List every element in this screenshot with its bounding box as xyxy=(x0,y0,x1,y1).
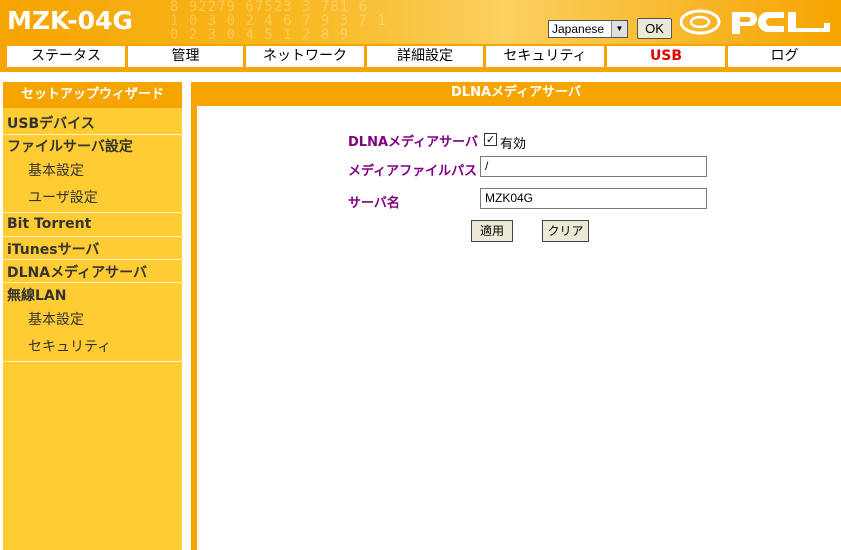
header-bar: 8 92279 67523 3 781 61 0 3 0 2 4 6 7 9 3… xyxy=(0,0,841,44)
tab-log[interactable]: ログ xyxy=(728,46,841,67)
divider xyxy=(3,282,182,283)
clear-button[interactable]: クリア xyxy=(542,220,589,242)
main-nav: ステータス 管理 ネットワーク 詳細設定 セキュリティ USB ログ xyxy=(0,44,841,69)
sidebar-item-label: ユーザ設定 xyxy=(28,190,98,206)
sidebar-item-label: 基本設定 xyxy=(28,163,84,179)
tab-advanced[interactable]: 詳細設定 xyxy=(367,46,483,67)
nav-underline xyxy=(0,69,841,72)
sidebar: セットアップウィザード USBデバイス ファイルサーバ設定 基本設定 ユーザ設定… xyxy=(3,82,182,550)
dlna-enable-checkbox[interactable]: ✓ xyxy=(484,133,497,146)
sidebar-item-label: iTunesサーバ xyxy=(7,242,100,258)
sidebar-item-wireless-lan[interactable]: 無線LAN xyxy=(3,285,182,305)
sidebar-item-usb-device[interactable]: USBデバイス xyxy=(3,113,182,133)
server-name-label: サーバ名 xyxy=(348,196,400,211)
divider xyxy=(3,361,182,362)
model-name: MZK-04G xyxy=(7,6,133,35)
sidebar-item-wlan-security[interactable]: セキュリティ xyxy=(3,336,182,356)
dlna-enable-label: 有効 xyxy=(500,137,527,152)
page-title: DLNAメディアサーバ xyxy=(191,82,841,106)
sidebar-item-label: ファイルサーバ設定 xyxy=(7,139,133,155)
tab-usb[interactable]: USB xyxy=(607,46,725,67)
sidebar-item-label: 基本設定 xyxy=(28,312,84,328)
sidebar-item-file-server[interactable]: ファイルサーバ設定 xyxy=(3,136,182,156)
language-select[interactable]: Japanese ▼ xyxy=(548,20,628,38)
sidebar-item-label: DLNAメディアサーバ xyxy=(7,265,147,281)
divider xyxy=(3,134,182,135)
divider xyxy=(3,212,182,213)
divider xyxy=(3,236,182,237)
tab-security[interactable]: セキュリティ xyxy=(486,46,604,67)
tab-status[interactable]: ステータス xyxy=(7,46,125,67)
header-decoration: 8 92279 67523 3 781 61 0 3 0 2 4 6 7 9 3… xyxy=(170,0,387,43)
sidebar-item-user-settings[interactable]: ユーザ設定 xyxy=(3,187,182,207)
tab-management[interactable]: 管理 xyxy=(128,46,243,67)
server-name-input[interactable]: MZK04G xyxy=(480,188,707,209)
apply-button[interactable]: 適用 xyxy=(471,220,513,242)
divider xyxy=(3,259,182,260)
chevron-down-icon[interactable]: ▼ xyxy=(611,21,627,37)
dlna-label: DLNAメディアサーバ xyxy=(348,135,478,150)
setup-wizard-button[interactable]: セットアップウィザード xyxy=(3,82,182,108)
content-border xyxy=(191,82,197,550)
tab-network[interactable]: ネットワーク xyxy=(246,46,364,67)
sidebar-item-label: USBデバイス xyxy=(7,116,95,132)
sidebar-item-label: セキュリティ xyxy=(28,339,112,355)
language-ok-button[interactable]: OK xyxy=(637,18,672,39)
sidebar-item-dlna[interactable]: DLNAメディアサーバ xyxy=(3,262,182,282)
media-path-input[interactable]: / xyxy=(480,156,707,177)
sidebar-item-label: Bit Torrent xyxy=(7,216,92,232)
sidebar-item-wlan-basic[interactable]: 基本設定 xyxy=(3,309,182,329)
sidebar-item-bittorrent[interactable]: Bit Torrent xyxy=(3,216,182,236)
sidebar-item-itunes[interactable]: iTunesサーバ xyxy=(3,239,182,259)
media-path-label: メディアファイルパス xyxy=(348,164,478,179)
sidebar-item-file-basic[interactable]: 基本設定 xyxy=(3,160,182,180)
brand-logo xyxy=(680,9,830,35)
language-select-value: Japanese xyxy=(552,22,605,36)
sidebar-item-label: 無線LAN xyxy=(7,288,67,304)
